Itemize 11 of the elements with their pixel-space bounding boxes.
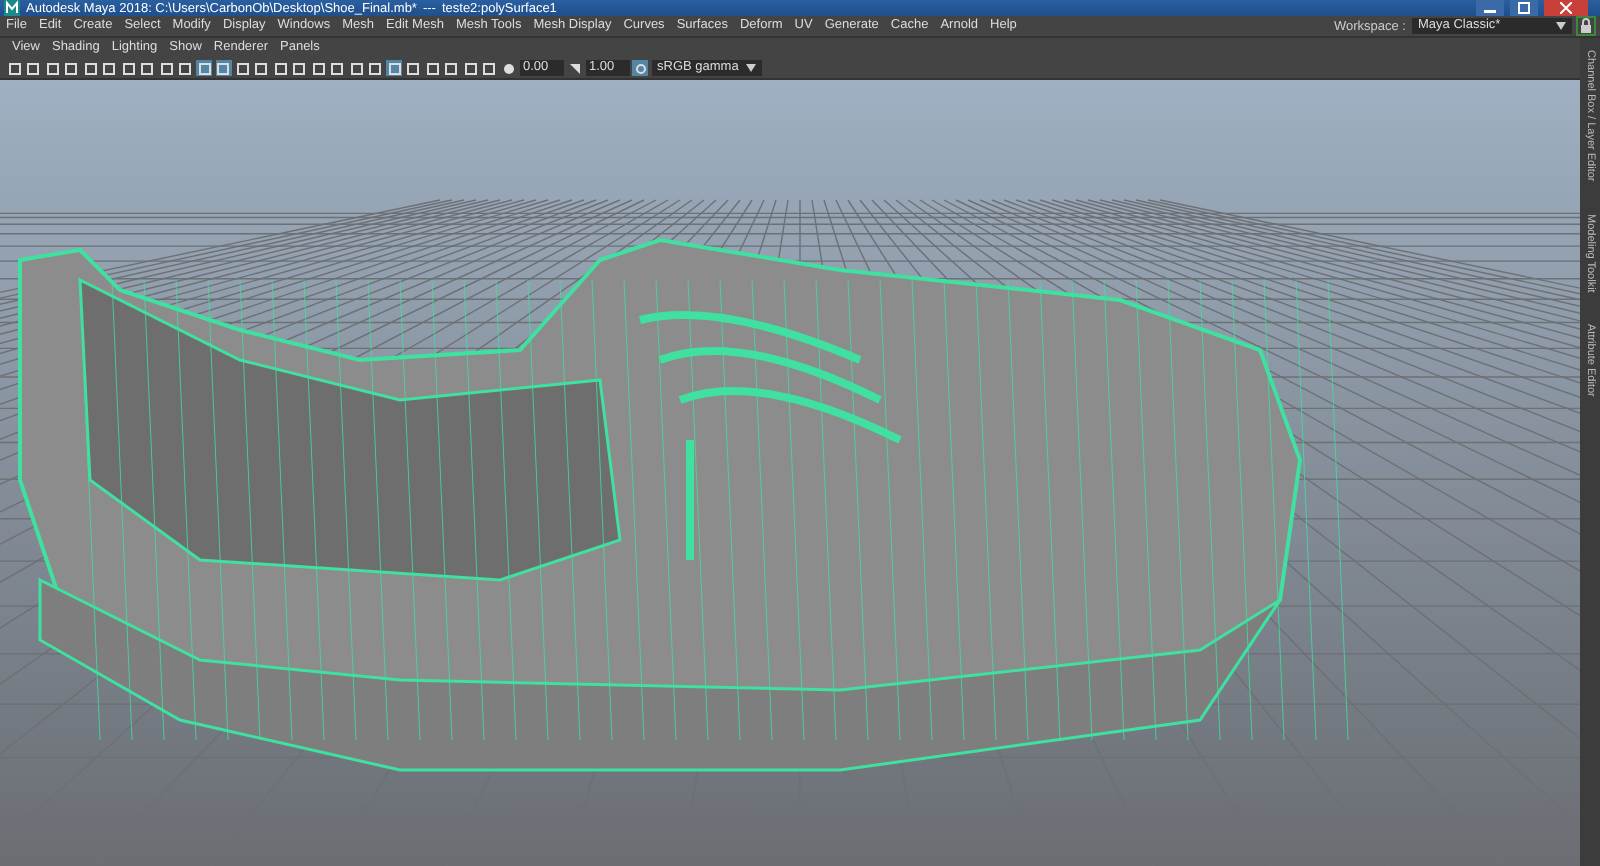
exposure-icon[interactable] [500, 60, 516, 76]
caret-icon [745, 64, 755, 72]
app-logo-icon [4, 0, 20, 16]
close-button[interactable] [1544, 0, 1588, 16]
minimize-button[interactable] [1476, 0, 1504, 16]
lock-icon [1576, 16, 1596, 36]
caret-icon [1556, 22, 1566, 30]
maximize-button[interactable] [1510, 0, 1538, 16]
color-management-icon[interactable] [632, 60, 648, 76]
maximize-icon [1518, 2, 1530, 14]
close-icon [1560, 2, 1572, 14]
